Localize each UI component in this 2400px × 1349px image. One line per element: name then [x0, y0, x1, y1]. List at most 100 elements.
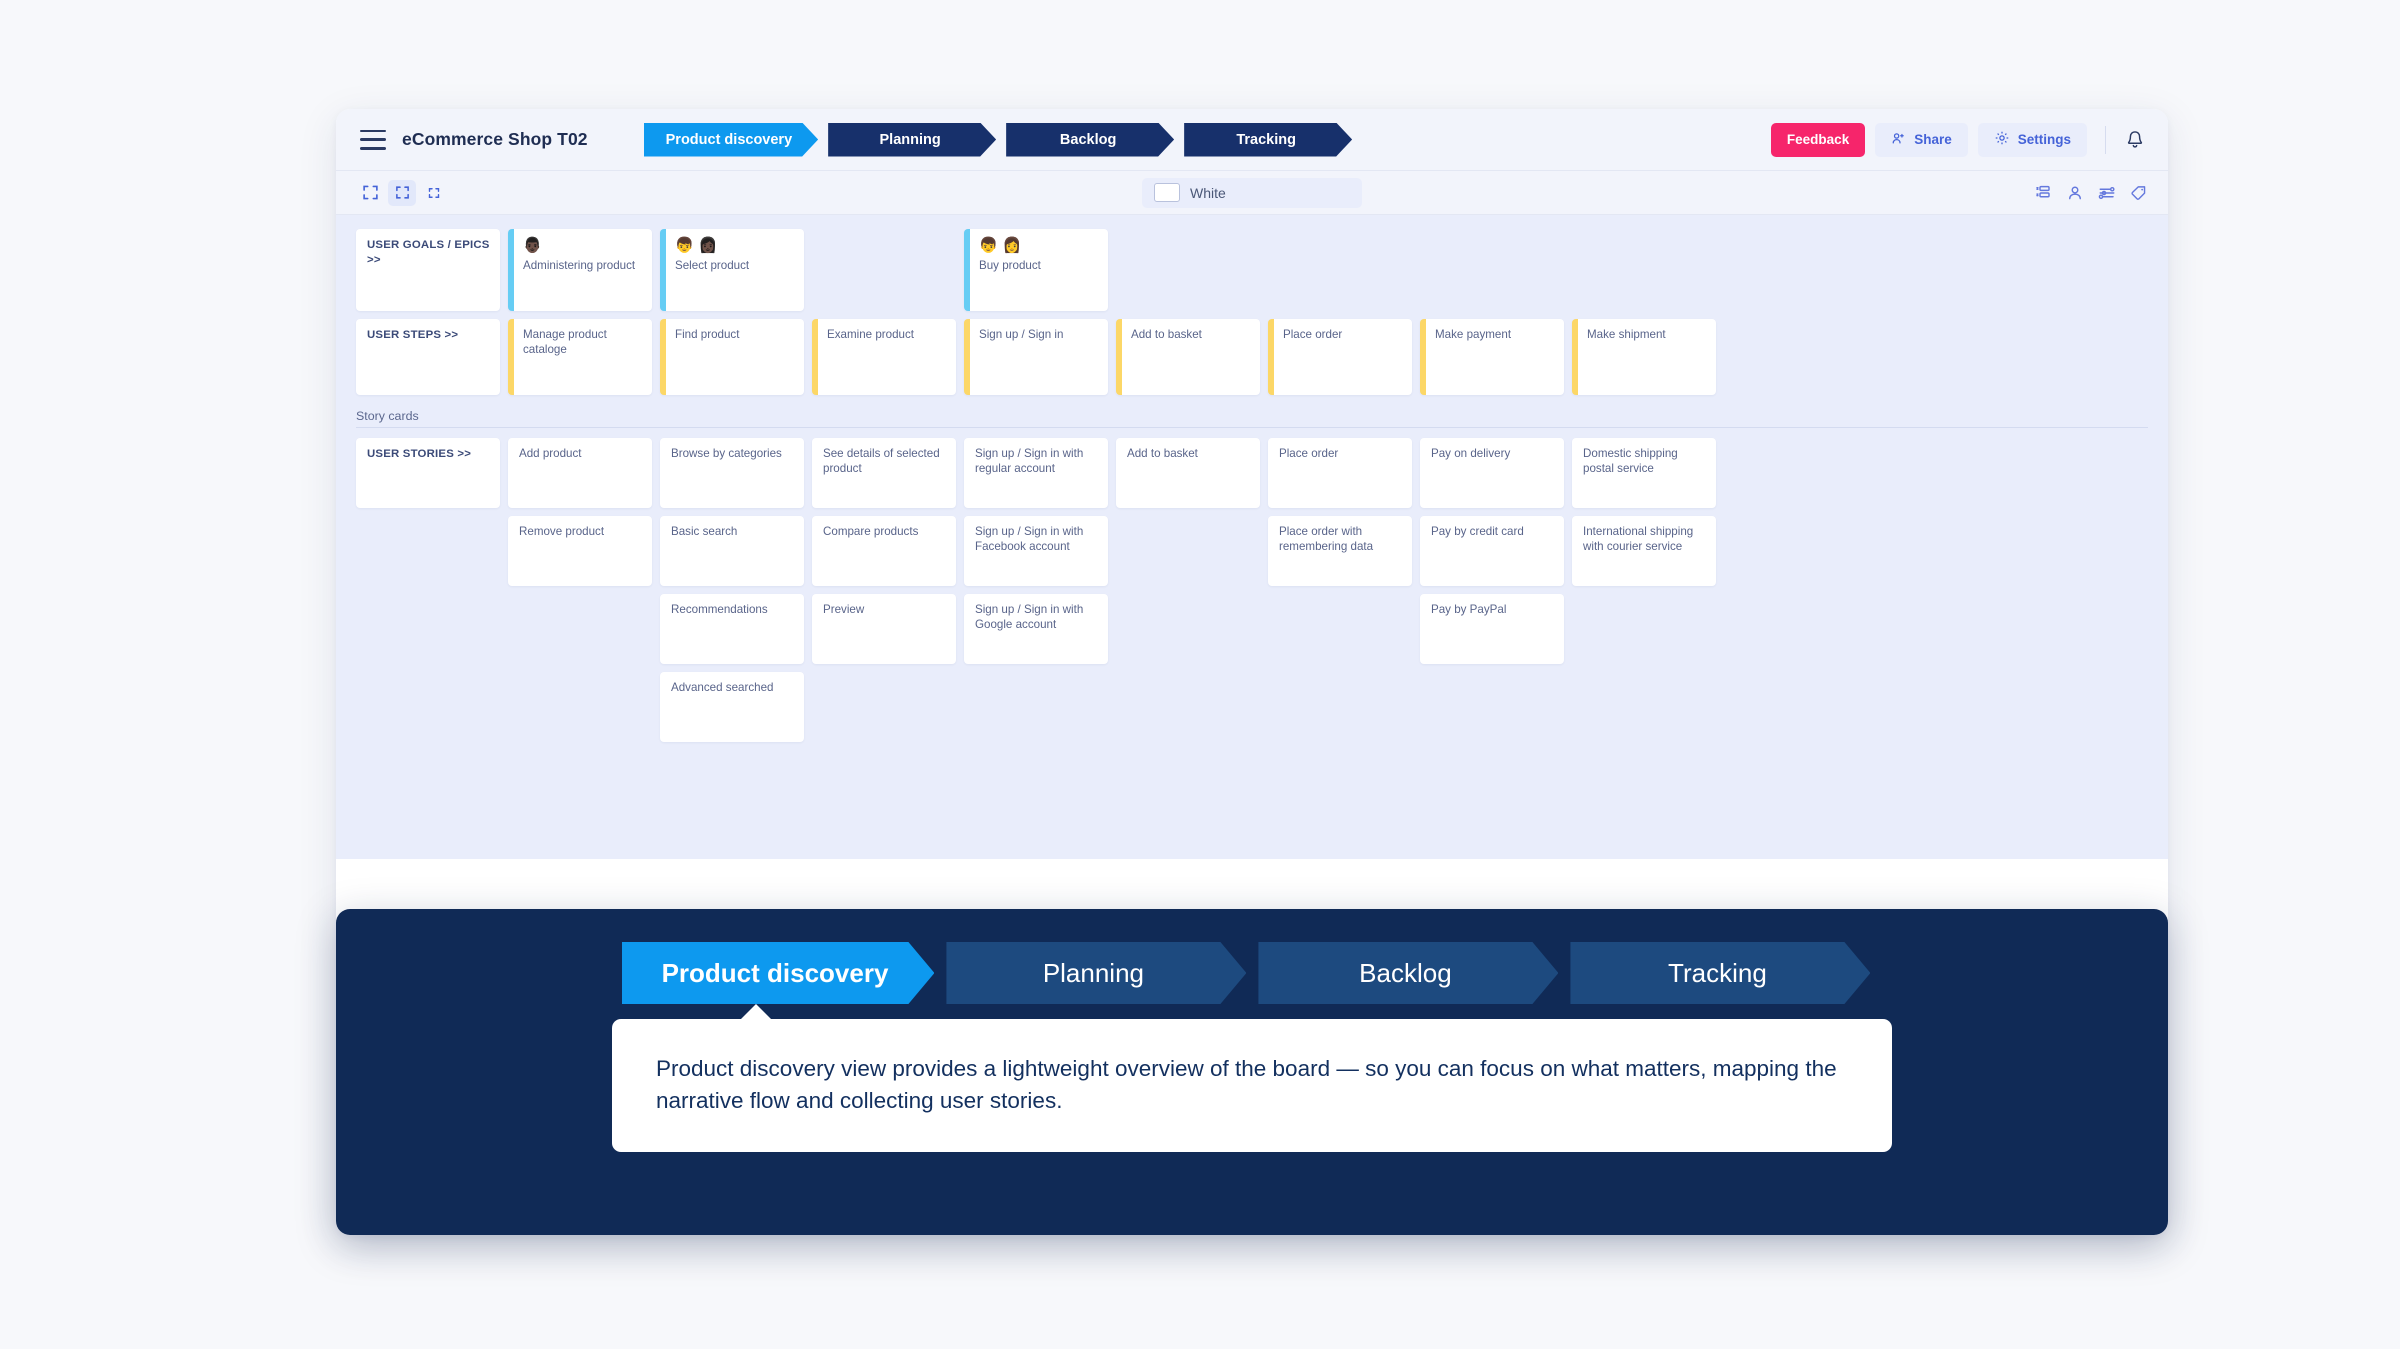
epic-card-placeholder: [1572, 229, 1716, 311]
story-card[interactable]: Pay on delivery: [1420, 438, 1564, 508]
settings-button[interactable]: Settings: [1977, 122, 2087, 157]
color-filter-select[interactable]: White: [1142, 177, 1362, 208]
story-card-placeholder: [1572, 594, 1716, 664]
stories-row-1: USER STORIES >> Add product Browse by ca…: [336, 438, 2168, 508]
expand-small-icon[interactable]: [420, 180, 448, 206]
story-card[interactable]: Browse by categories: [660, 438, 804, 508]
story-card-placeholder: [1420, 672, 1564, 742]
step-card[interactable]: Manage product cataloge: [508, 319, 652, 395]
layers-icon[interactable]: [2034, 184, 2052, 202]
story-card[interactable]: Sign up / Sign in with Google account: [964, 594, 1108, 664]
expand-large-icon[interactable]: [356, 180, 384, 206]
avatar-emoji: 👨🏿: [523, 237, 542, 254]
top-step-backlog[interactable]: Backlog: [1006, 123, 1174, 157]
feedback-button[interactable]: Feedback: [1770, 122, 1866, 157]
epic-card-label: Administering product: [523, 259, 636, 272]
zoom-level-group: [356, 179, 448, 206]
story-card[interactable]: See details of selected product: [812, 438, 956, 508]
top-step-product-discovery[interactable]: Product discovery: [644, 123, 819, 157]
avatar-emoji: 👦: [979, 237, 998, 254]
story-card[interactable]: Preview: [812, 594, 956, 664]
step-card[interactable]: Make shipment: [1572, 319, 1716, 395]
overlay-step-label: Backlog: [1359, 957, 1452, 988]
story-card[interactable]: Domestic shipping postal service: [1572, 438, 1716, 508]
story-map-board[interactable]: USER GOALS / EPICS >> 👨🏿 Administering p…: [336, 215, 2168, 859]
story-card-placeholder: [356, 672, 500, 742]
epic-card-placeholder: [812, 229, 956, 311]
story-card-placeholder: [1116, 516, 1260, 586]
expand-medium-icon[interactable]: [388, 179, 416, 206]
story-card-placeholder: [1268, 672, 1412, 742]
story-card[interactable]: Recommendations: [660, 594, 804, 664]
top-step-label: Backlog: [1059, 131, 1117, 148]
avatar: 👨🏿: [523, 238, 642, 253]
story-card[interactable]: Sign up / Sign in with regular account: [964, 438, 1108, 508]
feedback-label: Feedback: [1786, 132, 1850, 147]
story-card[interactable]: Pay by credit card: [1420, 516, 1564, 586]
avatar-emoji: 👦: [675, 237, 694, 254]
toolbar-divider: [2105, 125, 2106, 154]
story-card[interactable]: Basic search: [660, 516, 804, 586]
top-step-label: Tracking: [1236, 131, 1296, 148]
overlay-step-label: Product discovery: [661, 957, 889, 988]
overlay-step-planning[interactable]: Planning: [946, 942, 1246, 1004]
step-card[interactable]: Make payment: [1420, 319, 1564, 395]
story-card-placeholder: [1116, 672, 1260, 742]
overlay-step-label: Planning: [1042, 957, 1145, 988]
stories-row-4: Advanced searched: [336, 672, 2168, 742]
section-divider: [356, 427, 2148, 428]
step-card[interactable]: Sign up / Sign in: [964, 319, 1108, 395]
avatar-emoji: 👩: [1002, 237, 1022, 254]
page-title: eCommerce Shop T02: [402, 129, 588, 149]
story-card-placeholder: [356, 516, 500, 586]
story-card[interactable]: Place order with remembering data: [1268, 516, 1412, 586]
epic-card-label: Select product: [675, 259, 750, 272]
tooltip-container: Product discovery view provides a lightw…: [336, 1004, 2168, 1152]
overlay-step-backlog[interactable]: Backlog: [1258, 942, 1558, 1004]
step-card[interactable]: Place order: [1268, 319, 1412, 395]
story-card[interactable]: International shipping with courier serv…: [1572, 516, 1716, 586]
view-toolbar-actions: [2034, 184, 2148, 202]
top-step-label: Planning: [879, 131, 941, 148]
bell-icon[interactable]: [2124, 129, 2146, 151]
story-card[interactable]: Add to basket: [1116, 438, 1260, 508]
story-card[interactable]: Add product: [508, 438, 652, 508]
overlay-step-label: Tracking: [1668, 957, 1767, 988]
person-add-icon: [1891, 131, 1906, 149]
steps-row: USER STEPS >> Manage product cataloge Fi…: [336, 319, 2168, 395]
step-card[interactable]: Examine product: [812, 319, 956, 395]
goals-row: USER GOALS / EPICS >> 👨🏿 Administering p…: [336, 229, 2168, 311]
story-card-placeholder: [964, 672, 1108, 742]
stories-row-header: USER STORIES >>: [356, 438, 500, 508]
top-step-label: Product discovery: [665, 131, 793, 148]
sliders-icon[interactable]: [2098, 184, 2116, 202]
overlay-step-product-discovery[interactable]: Product discovery: [622, 942, 935, 1004]
top-step-planning[interactable]: Planning: [828, 123, 996, 157]
story-card[interactable]: Compare products: [812, 516, 956, 586]
story-card[interactable]: Sign up / Sign in with Facebook account: [964, 516, 1108, 586]
step-card[interactable]: Add to basket: [1116, 319, 1260, 395]
top-bar-actions: Feedback Share Settings: [1770, 122, 2146, 157]
story-card-placeholder: [356, 594, 500, 664]
top-step-tracking[interactable]: Tracking: [1184, 123, 1352, 157]
epic-card[interactable]: 👦 👩🏿 Select product: [660, 229, 804, 311]
story-card[interactable]: Advanced searched: [660, 672, 804, 742]
epic-card[interactable]: 👨🏿 Administering product: [508, 229, 652, 311]
overlay-step-tracking[interactable]: Tracking: [1570, 942, 1870, 1004]
story-card[interactable]: Place order: [1268, 438, 1412, 508]
story-card-placeholder: [508, 594, 652, 664]
story-card-placeholder: [1572, 672, 1716, 742]
step-card[interactable]: Find product: [660, 319, 804, 395]
epic-card[interactable]: 👦 👩 Buy product: [964, 229, 1108, 311]
avatar: 👦 👩🏿: [675, 238, 794, 253]
goals-row-header: USER GOALS / EPICS >>: [356, 229, 500, 311]
story-cards-section-label: Story cards: [356, 409, 419, 423]
share-button[interactable]: Share: [1875, 122, 1968, 157]
tag-icon[interactable]: [2130, 184, 2148, 202]
hamburger-icon[interactable]: [360, 129, 386, 150]
story-card[interactable]: Pay by PayPal: [1420, 594, 1564, 664]
story-card[interactable]: Remove product: [508, 516, 652, 586]
epic-card-placeholder: [1116, 229, 1260, 311]
avatar: 👦 👩: [979, 238, 1098, 253]
person-icon[interactable]: [2066, 184, 2084, 202]
